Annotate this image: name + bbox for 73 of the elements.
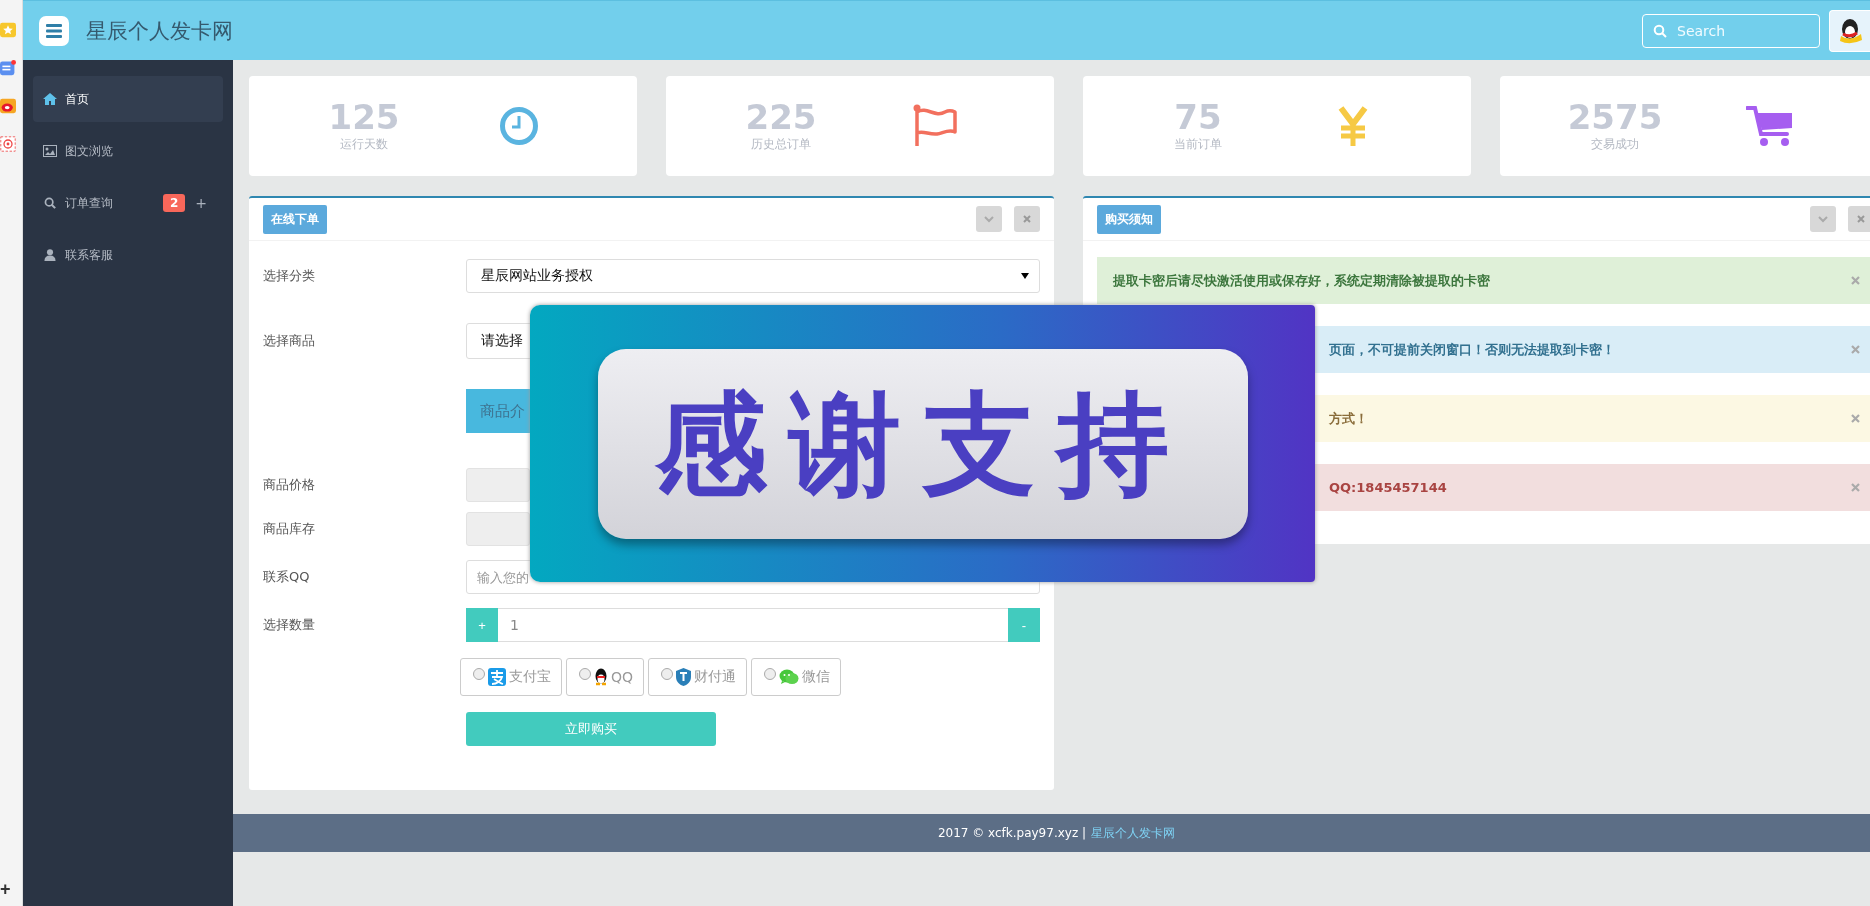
document-icon[interactable] <box>0 58 16 78</box>
chevron-down-icon <box>984 215 994 223</box>
radio-button[interactable] <box>579 668 591 680</box>
home-icon <box>43 93 57 105</box>
image-icon <box>43 145 57 157</box>
field-label: 选择商品 <box>263 332 316 350</box>
close-icon <box>1023 215 1031 223</box>
payment-option[interactable]: 财付通 <box>648 658 748 696</box>
menu-icon <box>46 23 62 38</box>
chat-bubble-icon <box>779 669 800 685</box>
add-button[interactable]: + <box>0 880 11 906</box>
field-label: 商品库存 <box>263 520 316 538</box>
nav-item[interactable]: 订单查询 2 + <box>33 180 223 226</box>
count-badge: 2 <box>162 194 186 212</box>
alert-text: 提取卡密后请尽快激活使用或保存好，系统定期清除被提取的卡密 <box>1113 271 1490 290</box>
stat-label: 交易成功 <box>1591 135 1639 153</box>
panel-title: 在线下单 <box>263 204 327 234</box>
field-label: 商品价格 <box>263 476 316 494</box>
site-title: 星辰个人发卡网 <box>86 17 233 45</box>
field-label: 选择数量 <box>263 616 316 634</box>
stat-value: 125 <box>328 99 400 134</box>
field-label: 选择分类 <box>263 267 316 285</box>
alipay-icon <box>488 668 506 686</box>
stat-label: 运行天数 <box>340 135 388 153</box>
radio-button[interactable] <box>661 668 674 680</box>
buy-now-button[interactable]: 立即购买 <box>466 712 716 746</box>
close-icon[interactable] <box>1851 483 1860 492</box>
search-icon <box>1653 23 1667 38</box>
collapse-button[interactable] <box>976 206 1002 232</box>
sticker-text: 感谢支持 <box>654 387 1191 500</box>
stat-label: 历史总订单 <box>751 135 811 153</box>
payment-option[interactable]: 微信 <box>751 658 842 696</box>
close-button[interactable] <box>1848 206 1870 232</box>
menu-button[interactable] <box>39 15 69 46</box>
close-button[interactable] <box>1014 206 1040 232</box>
panel-title: 购买须知 <box>1097 204 1161 234</box>
decrease-button[interactable]: - <box>1008 608 1040 642</box>
nav-item[interactable]: 首页 <box>33 76 223 122</box>
stock-field[interactable] <box>466 512 530 546</box>
search-icon <box>43 197 57 209</box>
caret-icon <box>1021 273 1029 279</box>
nav-item[interactable]: 图文浏览 <box>33 128 223 174</box>
copyright-text: 2017 © xcfk.pay97.xyz | <box>937 826 1087 840</box>
close-icon[interactable] <box>1851 345 1860 354</box>
radio-button[interactable] <box>473 668 485 680</box>
penguin-icon <box>594 668 608 686</box>
quantity-field[interactable]: 1 <box>498 608 1008 642</box>
alert-text: 页面，不可提前关闭窗口！否则无法提取到卡密！ <box>1329 340 1615 359</box>
user-icon <box>43 249 57 261</box>
price-field[interactable] <box>466 468 530 502</box>
close-icon <box>1857 215 1865 223</box>
stat-value: 225 <box>745 99 817 134</box>
stat-value: 75 <box>1174 99 1222 134</box>
collapse-button[interactable] <box>1810 206 1836 232</box>
chevron-down-icon <box>1818 215 1828 223</box>
close-icon[interactable] <box>1851 276 1860 285</box>
search-field[interactable]: Search <box>1642 13 1820 48</box>
site-link[interactable]: 星辰个人发卡网 <box>1091 824 1176 842</box>
alert-text: QQ:1845457144 <box>1329 480 1447 495</box>
shield-icon <box>676 668 692 686</box>
category-select[interactable]: 星辰网站业务授权 <box>466 259 1040 293</box>
expand-indicator: + <box>195 195 207 211</box>
stat-label: 当前订单 <box>1174 135 1222 153</box>
payment-option[interactable]: QQ <box>566 658 645 696</box>
alert-text: 方式！ <box>1329 409 1368 428</box>
nav-item[interactable]: 联系客服 <box>33 232 223 278</box>
avatar-icon[interactable] <box>1829 9 1870 52</box>
close-icon[interactable] <box>1851 414 1860 423</box>
stat-value: 2575 <box>1567 99 1663 134</box>
field-label: 联系QQ <box>263 568 311 586</box>
payment-option[interactable]: 支付宝 <box>460 658 562 696</box>
increase-button[interactable]: + <box>466 608 498 642</box>
radio-button[interactable] <box>764 668 777 680</box>
